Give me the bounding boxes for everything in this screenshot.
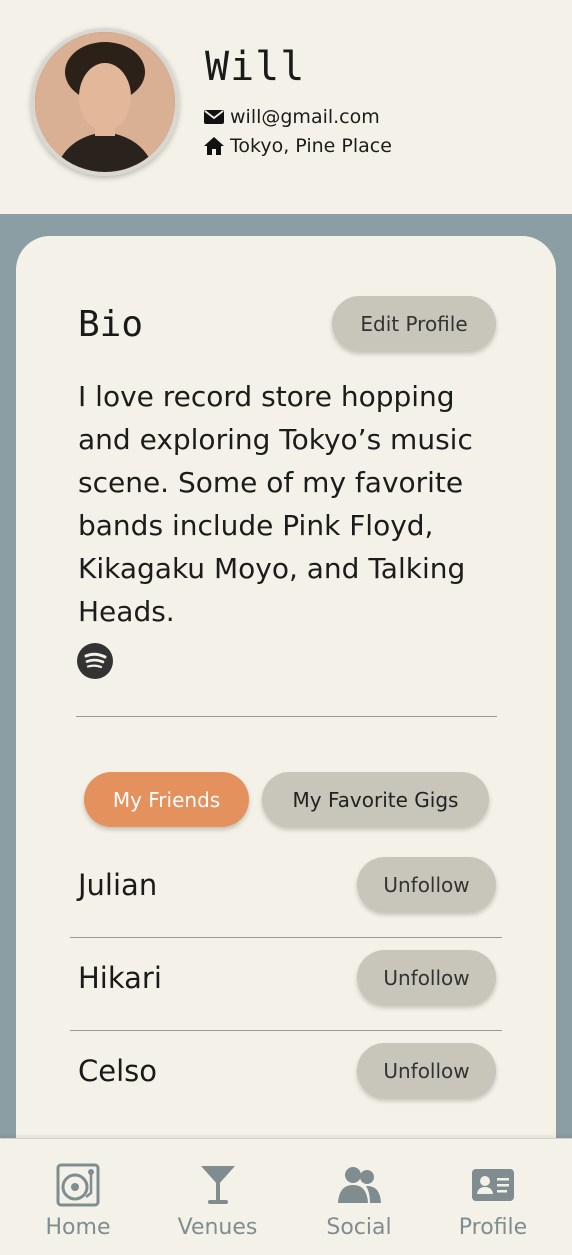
user-email: will@gmail.com [230, 106, 380, 128]
user-name: Will [205, 44, 306, 90]
home-icon [204, 137, 224, 155]
unfollow-button[interactable]: Unfollow [357, 1043, 496, 1098]
nav-home-label: Home [45, 1215, 111, 1240]
avatar[interactable] [31, 28, 179, 176]
nav-profile-label: Profile [458, 1215, 528, 1240]
nav-social[interactable]: Social [318, 1139, 400, 1255]
nav-venues[interactable]: Venues [170, 1139, 265, 1255]
users-icon [338, 1167, 381, 1203]
bio-text: I love record store hopping and explorin… [78, 380, 473, 628]
nav-profile[interactable]: Profile [452, 1139, 534, 1255]
friend-name: Celso [78, 1054, 157, 1088]
friend-name: Julian [78, 868, 158, 902]
edit-profile-button[interactable]: Edit Profile [332, 296, 496, 351]
divider [76, 716, 497, 717]
list-item: Celso Unfollow [70, 1031, 502, 1124]
spotify-icon[interactable] [77, 643, 113, 679]
tab-my-favorite-gigs[interactable]: My Favorite Gigs [262, 772, 489, 827]
cocktail-icon [200, 1166, 235, 1204]
turntable-icon [56, 1163, 100, 1207]
friend-name: Hikari [78, 961, 162, 995]
unfollow-button[interactable]: Unfollow [357, 857, 496, 912]
tab-my-friends[interactable]: My Friends [84, 772, 249, 827]
nav-social-label: Social [326, 1215, 392, 1240]
unfollow-button[interactable]: Unfollow [357, 950, 496, 1005]
email-line: will@gmail.com [204, 106, 380, 128]
nav-home[interactable]: Home [38, 1139, 118, 1255]
user-location: Tokyo, Pine Place [230, 135, 392, 157]
list-item: Hikari Unfollow [70, 938, 502, 1031]
nav-venues-label: Venues [177, 1215, 258, 1240]
envelope-icon [204, 110, 224, 124]
bio-title: Bio [78, 304, 144, 345]
id-card-icon [472, 1169, 514, 1201]
profile-header: Will will@gmail.com Tokyo, Pine Place [0, 0, 572, 214]
bottom-nav: Home Venues Social Profile [0, 1138, 572, 1255]
location-line: Tokyo, Pine Place [204, 135, 392, 157]
list-item: Julian Unfollow [70, 845, 502, 938]
